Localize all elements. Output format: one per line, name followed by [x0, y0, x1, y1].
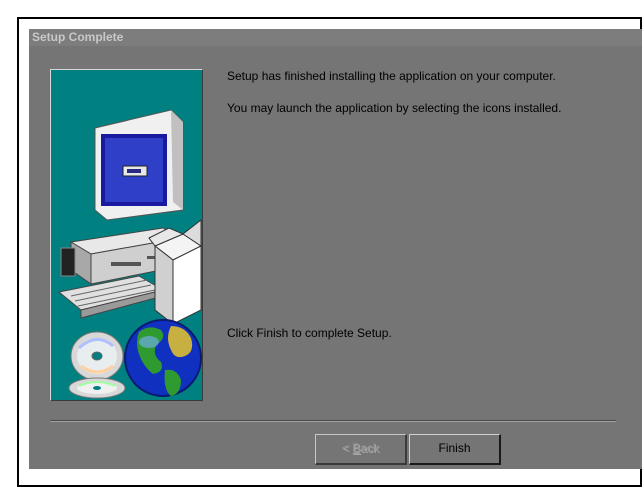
monitor-icon	[94, 109, 184, 221]
back-button-prefix: <	[341, 441, 353, 455]
finish-button[interactable]: Finish	[409, 434, 501, 465]
cd-disc-icon	[68, 331, 126, 399]
software-box-icon	[148, 218, 202, 326]
launch-instructions-message: You may launch the application by select…	[227, 101, 562, 115]
back-button-rest: ack	[360, 441, 380, 455]
finish-prompt-message: Click Finish to complete Setup.	[227, 326, 392, 340]
speaker-icon	[60, 247, 76, 277]
dialog-title-bar: Setup Complete	[29, 29, 642, 46]
dialog-title: Setup Complete	[32, 30, 124, 44]
install-finished-message: Setup has finished installing the applic…	[227, 69, 556, 83]
globe-icon	[124, 319, 202, 397]
computer-and-globe-icon	[57, 109, 202, 399]
keyboard-icon	[57, 275, 165, 319]
setup-illustration	[50, 69, 203, 401]
finish-button-label: Finish	[438, 441, 471, 455]
back-button[interactable]: < Back	[315, 434, 407, 465]
button-separator	[50, 420, 616, 422]
setup-complete-dialog: Setup Complete Setup has finished instal…	[29, 29, 642, 469]
